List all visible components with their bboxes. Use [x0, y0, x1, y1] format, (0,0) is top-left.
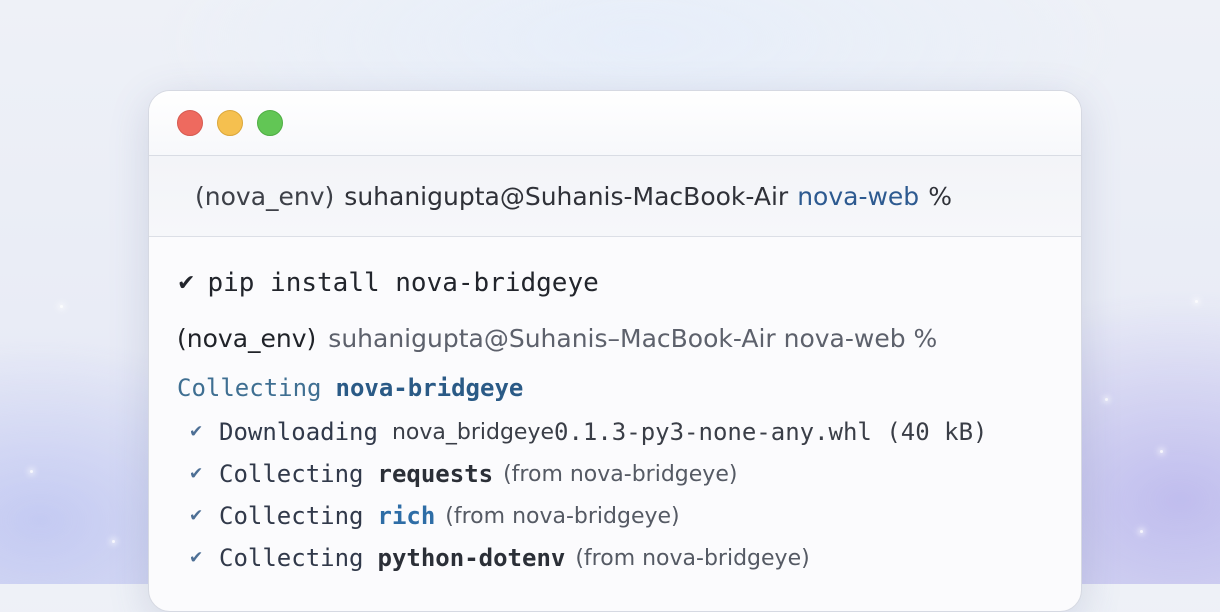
- dependency-verb: Collecting: [219, 544, 364, 572]
- check-icon: ✔: [189, 422, 204, 442]
- prompt-symbol: %: [928, 181, 952, 211]
- command-text: pip install nova-bridgeye: [207, 268, 599, 298]
- close-button[interactable]: [177, 110, 203, 136]
- downloading-file: nova_bridgeye: [391, 419, 554, 445]
- sparkle: [1195, 300, 1198, 303]
- dependency-verb: Collecting: [219, 460, 364, 488]
- dependency-verb: Collecting: [219, 502, 364, 530]
- dependency-package: requests: [377, 460, 494, 488]
- check-icon: ✔: [189, 506, 204, 526]
- sparkle: [112, 540, 115, 543]
- sparkle: [1105, 398, 1108, 401]
- downloading-rest: 0.1.3-py3-none-any.whl (40 kB): [554, 418, 988, 446]
- sparkle: [60, 305, 63, 308]
- collecting-package: nova-bridgeye: [335, 374, 524, 402]
- prompt-env: (nova_env): [177, 323, 317, 353]
- dependency-package: rich: [377, 502, 436, 530]
- downloading-verb: Downloading: [219, 418, 378, 446]
- sparkle: [30, 470, 33, 473]
- prompt-rest: suhanigupta@Suhanis–MacBook-Air nova-web…: [328, 323, 938, 353]
- collecting-line: Collecting nova-bridgeye: [177, 365, 1081, 411]
- minimize-button[interactable]: [217, 110, 243, 136]
- dependency-line: ✔ Collecting python-dotenv (from nova-br…: [177, 537, 1081, 579]
- directory-label: nova-web: [797, 181, 920, 211]
- dependency-from: (from nova-bridgeye): [445, 503, 680, 529]
- terminal-window: (nova_env) suhanigupta@Suhanis-MacBook-A…: [148, 90, 1082, 612]
- sparkle: [1160, 450, 1163, 453]
- user-host-label: suhanigupta@Suhanis-MacBook-Air: [344, 181, 789, 211]
- dependency-line: ✔ Collecting rich (from nova-bridgeye): [177, 495, 1081, 537]
- maximize-button[interactable]: [257, 110, 283, 136]
- prompt-line: (nova_env) suhanigupta@Suhanis–MacBook-A…: [177, 313, 1081, 363]
- sparkle: [1140, 530, 1143, 533]
- downloading-line: ✔ Downloading nova_bridgeye 0.1.3-py3-no…: [177, 411, 1081, 453]
- command-line: ✔ pip install nova-bridgeye: [177, 261, 1081, 305]
- prompt-header: (nova_env) suhanigupta@Suhanis-MacBook-A…: [149, 156, 1081, 237]
- env-label: (nova_env): [195, 181, 335, 211]
- terminal-output[interactable]: ✔ pip install nova-bridgeye (nova_env) s…: [149, 237, 1081, 579]
- dependency-from: (from nova-bridgeye): [503, 461, 738, 487]
- check-icon: ✔: [189, 548, 204, 568]
- dependency-line: ✔ Collecting requests (from nova-bridgey…: [177, 453, 1081, 495]
- check-icon: ✔: [189, 464, 204, 484]
- dependency-from: (from nova-bridgeye): [575, 545, 810, 571]
- window-titlebar: [149, 91, 1081, 156]
- check-icon: ✔: [177, 270, 196, 296]
- collecting-keyword: Collecting: [177, 374, 322, 402]
- dependency-package: python-dotenv: [377, 544, 566, 572]
